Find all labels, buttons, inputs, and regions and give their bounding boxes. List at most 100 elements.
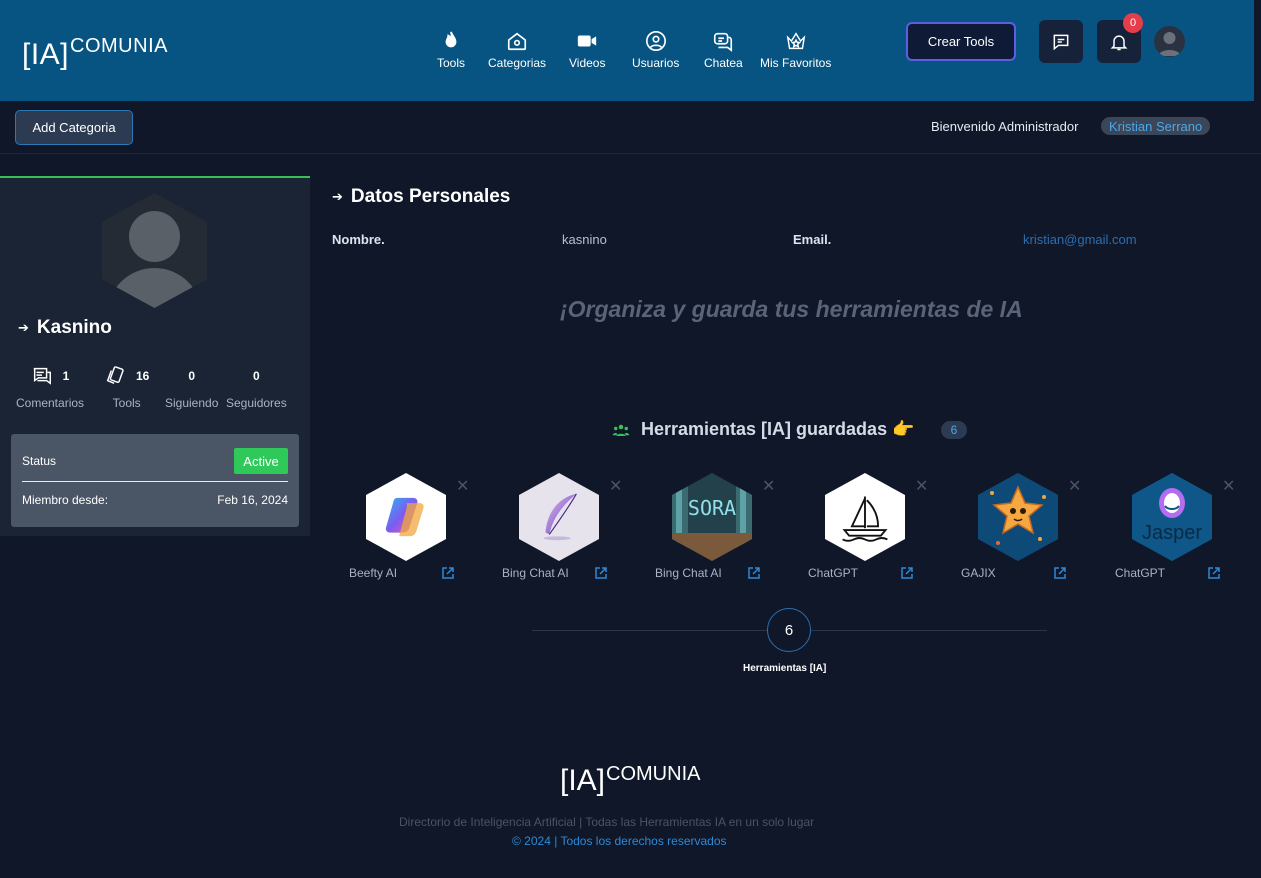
external-link-icon[interactable]: [900, 566, 914, 580]
member-since-date: Feb 16, 2024: [217, 493, 288, 507]
stat-tools-value: 16: [136, 369, 150, 383]
bell-icon: [1110, 34, 1128, 50]
status-divider: [22, 481, 288, 482]
promo-headline: ¡Organiza y guarda tus herramientas de I…: [560, 296, 1023, 322]
timeline-label: Herramientas [IA]: [743, 663, 827, 674]
sailboat-logo-icon: [842, 496, 888, 542]
stat-comentarios-label: Comentarios: [16, 396, 85, 410]
tool-card: ✕ GAJIX: [961, 473, 1111, 588]
tool-name: Bing Chat AI: [655, 566, 722, 580]
external-link-icon[interactable]: [1207, 566, 1221, 580]
status-badge: Active: [234, 448, 288, 474]
external-link-icon[interactable]: [441, 566, 455, 580]
section-title-datos-personales: ➔ Datos Personales: [332, 186, 510, 208]
email-label: Email.: [793, 232, 832, 247]
comments-icon: [33, 367, 51, 385]
external-link-icon[interactable]: [1053, 566, 1067, 580]
nav-usuarios-label: Usuarios: [632, 56, 680, 70]
stat-tools: 16 Tools: [104, 365, 149, 410]
profile-name-text: Kasnino: [36, 317, 112, 338]
tool-card: ✕ ChatGPT: [808, 473, 958, 588]
cards-icon: [106, 366, 124, 385]
chat-bubbles-icon: [714, 32, 733, 52]
video-camera-icon: [578, 35, 597, 47]
email-link[interactable]: kristian@gmail.com: [1023, 232, 1137, 247]
stat-seguidores-value: 0: [253, 369, 260, 383]
nav-categorias[interactable]: Categorias: [488, 30, 546, 70]
status-label: Status: [22, 454, 57, 468]
tool-name: Bing Chat AI: [502, 566, 569, 580]
stat-siguiendo: 0 Siguiendo: [165, 365, 218, 410]
tool-logo[interactable]: SORA: [672, 473, 752, 561]
site-logo[interactable]: [IA]COMUNIA: [22, 35, 168, 72]
sora-city-image-icon: SORA: [672, 473, 752, 561]
stat-tools-label: Tools: [112, 396, 141, 410]
avatar-head-shape: [129, 211, 180, 262]
nav-tools-label: Tools: [437, 56, 466, 70]
nav-tools[interactable]: Tools: [437, 30, 465, 70]
arrow-right-icon: ➔: [18, 320, 29, 335]
users-group-icon: [612, 424, 630, 436]
footer-copyright: © 2024 | Todos los derechos reservados: [512, 834, 727, 848]
nav-mis-favoritos[interactable]: Mis Favoritos: [760, 30, 831, 70]
nav-categorias-label: Categorias: [488, 56, 547, 70]
remove-tool-icon[interactable]: ✕: [915, 479, 928, 495]
nav-videos[interactable]: Videos: [569, 30, 605, 70]
tool-card: ✕ Beefty AI: [349, 473, 499, 588]
nombre-label: Nombre.: [332, 232, 385, 247]
nav-chatea[interactable]: Chatea: [704, 30, 743, 70]
user-circle-icon: [645, 31, 666, 51]
current-user-badge[interactable]: Kristian Serrano: [1101, 117, 1211, 135]
stat-seguidores: 0 Seguidores: [226, 365, 287, 410]
messages-button[interactable]: [1039, 20, 1083, 63]
external-link-icon[interactable]: [594, 566, 608, 580]
avatar-silhouette-icon: [1158, 32, 1181, 56]
tool-logo[interactable]: [519, 473, 599, 561]
notification-count-badge: 0: [1123, 13, 1143, 33]
profile-name: ➔ Kasnino: [18, 317, 112, 339]
top-navbar: [IA]COMUNIA Tools Categorias Videos Usua…: [0, 0, 1254, 101]
stat-siguiendo-value: 0: [188, 369, 196, 383]
status-panel: Status Active Miembro desde: Feb 16, 202…: [11, 434, 299, 527]
arrow-right-icon: ➔: [332, 189, 343, 204]
footer-logo-brand: COMUNIA: [606, 763, 701, 785]
tool-name: ChatGPT: [1115, 566, 1166, 580]
logo-brand: COMUNIA: [70, 35, 168, 57]
nav-videos-label: Videos: [569, 56, 606, 70]
remove-tool-icon[interactable]: ✕: [456, 479, 469, 495]
tool-logo[interactable]: [825, 473, 905, 561]
tool-logo[interactable]: [978, 473, 1058, 561]
saved-tools-title: Herramientas [IA] guardadas 👉: [612, 419, 915, 440]
nav-usuarios[interactable]: Usuarios: [632, 30, 679, 70]
jasper-logo-icon: Jasper: [1132, 473, 1212, 561]
saved-tools-title-text: Herramientas [IA] guardadas 👉: [641, 419, 915, 439]
footer-description: Directorio de Inteligencia Artificial | …: [399, 815, 815, 829]
feather-logo-icon: [543, 493, 577, 541]
profile-avatar: [102, 193, 207, 308]
message-icon: [1053, 34, 1069, 50]
tool-logo[interactable]: [366, 473, 446, 561]
star-mascot-icon: [978, 473, 1058, 561]
sub-toolbar: Add Categoria Bienvenido Administrador K…: [0, 101, 1261, 154]
crear-tools-button[interactable]: Crear Tools: [906, 22, 1016, 61]
remove-tool-icon[interactable]: ✕: [762, 479, 775, 495]
section-title-text: Datos Personales: [350, 186, 511, 207]
tool-logo[interactable]: Jasper: [1132, 473, 1212, 561]
nav-chatea-label: Chatea: [704, 56, 743, 70]
stat-comentarios-value: 1: [62, 369, 70, 383]
stat-seguidores-label: Seguidores: [226, 396, 287, 410]
remove-tool-icon[interactable]: ✕: [609, 479, 622, 495]
user-avatar[interactable]: [1154, 26, 1185, 57]
remove-tool-icon[interactable]: ✕: [1068, 479, 1081, 495]
flame-icon: [445, 31, 457, 48]
add-categoria-button[interactable]: Add Categoria: [15, 110, 133, 145]
saved-tools-count-badge: 6: [941, 421, 967, 439]
nav-mis-favoritos-label: Mis Favoritos: [760, 56, 832, 70]
tool-card: ✕ Bing Chat AI: [502, 473, 652, 588]
jasper-logo-text: Jasper: [1142, 522, 1202, 544]
footer-logo[interactable]: [IA]COMUNIA: [560, 763, 701, 798]
nombre-value: kasnino: [562, 232, 607, 247]
remove-tool-icon[interactable]: ✕: [1222, 479, 1235, 495]
external-link-icon[interactable]: [747, 566, 761, 580]
member-since-label: Miembro desde:: [22, 493, 109, 507]
